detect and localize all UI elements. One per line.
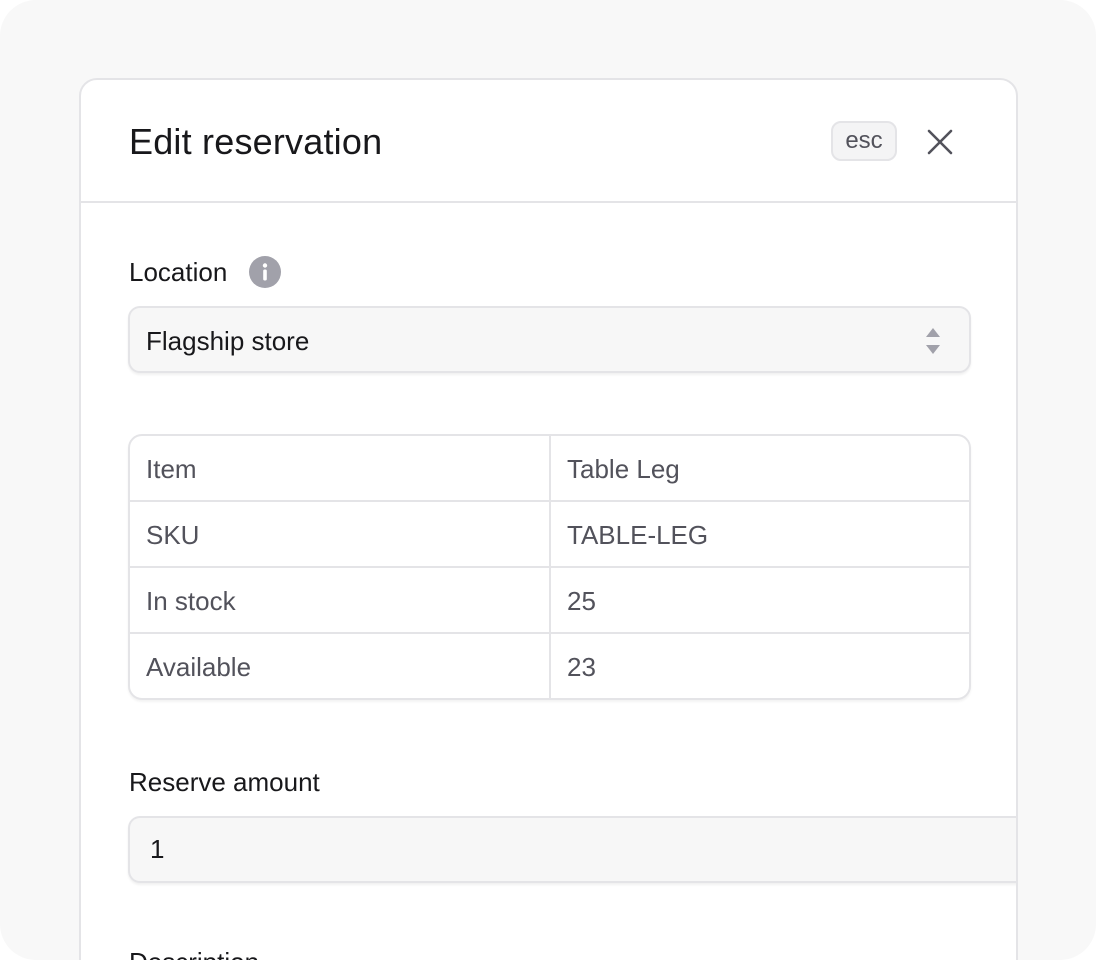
drawer-title: Edit reservation [129,121,383,162]
table-row: Available 23 [130,634,969,698]
esc-keyboard-hint: esc [831,121,897,161]
row-value: 25 [567,586,596,616]
location-select-value: Flagship store [146,326,310,356]
row-key: SKU [146,520,200,550]
column-divider [549,634,551,698]
item-details-table: Item Table Leg SKU TABLE-LEG In stock 25… [128,434,971,700]
location-label: Location [129,257,228,287]
table-row: Item Table Leg [130,436,969,502]
chevron-up-down-icon [926,328,940,354]
table-row: In stock 25 [130,568,969,634]
row-value: 23 [567,652,596,682]
row-key: Item [146,454,197,484]
info-icon[interactable] [248,255,282,289]
close-icon [927,129,953,155]
reserve-amount-input[interactable] [128,816,1016,883]
row-key: Available [146,652,252,682]
edit-reservation-drawer: Edit reservation esc Location Flagship s… [79,78,1018,960]
row-value: Table Leg [567,454,680,484]
column-divider [549,502,551,566]
drawer-header: Edit reservation esc [81,80,1016,203]
column-divider [549,568,551,632]
row-key: In stock [146,586,236,616]
description-label: Description [129,946,259,960]
column-divider [549,436,551,500]
location-select[interactable]: Flagship store [128,306,971,373]
page-background: Edit reservation esc Location Flagship s… [0,0,1096,960]
row-value: TABLE-LEG [567,520,709,550]
table-row: SKU TABLE-LEG [130,502,969,568]
close-button[interactable] [919,121,961,163]
reserve-amount-label: Reserve amount [129,767,320,797]
